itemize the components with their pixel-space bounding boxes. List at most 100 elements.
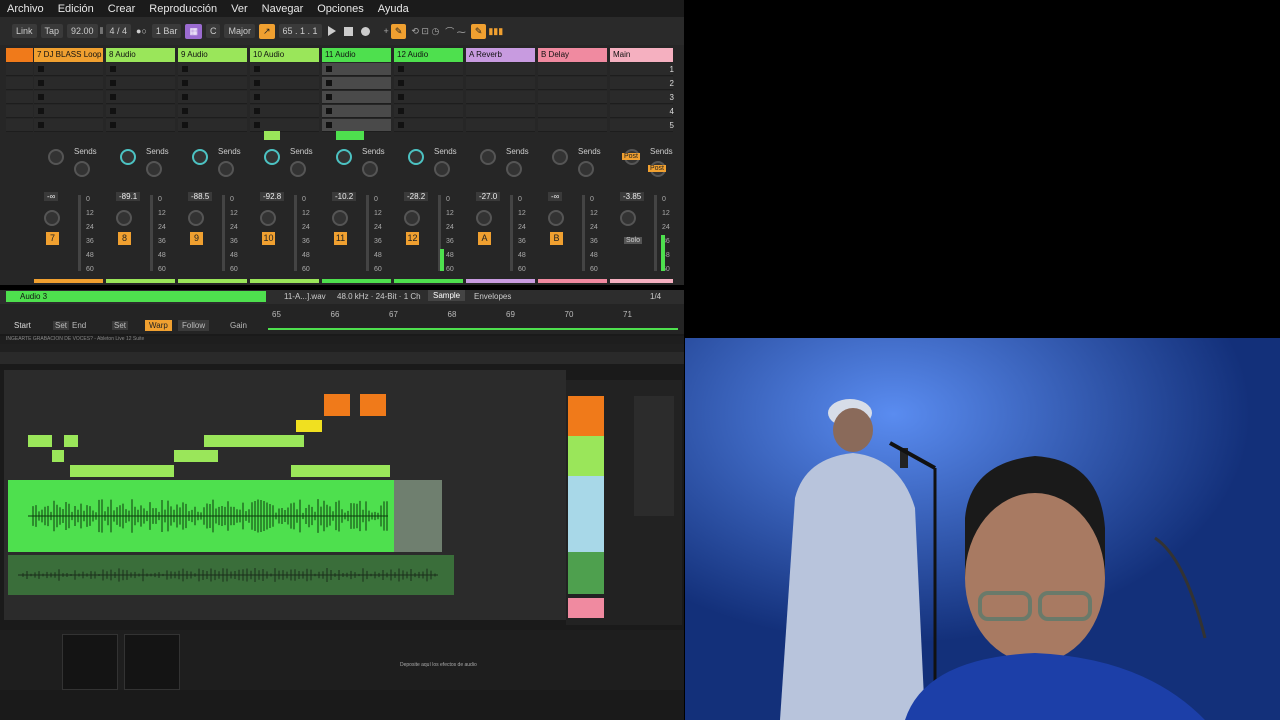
menu-opciones[interactable]: Opciones [310, 3, 370, 15]
pan-knob[interactable] [620, 210, 636, 226]
zoom-quantize[interactable]: 1/4 [650, 292, 661, 301]
arrange-clip[interactable] [360, 394, 386, 416]
arrange-clip[interactable] [296, 420, 322, 432]
clip-slot[interactable] [178, 119, 247, 132]
arrange-clip[interactable] [291, 465, 390, 477]
arrange-clip[interactable] [28, 435, 52, 447]
post-button[interactable]: Post [622, 153, 641, 160]
clip-slot[interactable] [322, 105, 391, 118]
metronome-icon[interactable]: ⦀ [100, 26, 104, 37]
clip-slot[interactable] [466, 119, 535, 132]
scene-number[interactable]: 5 [670, 121, 674, 130]
clip-slot[interactable] [250, 119, 319, 132]
clip-slot[interactable] [466, 77, 535, 90]
tempo-field[interactable]: 92.00 [67, 24, 98, 38]
pan-knob[interactable] [188, 210, 204, 226]
clip-slot[interactable] [34, 105, 103, 118]
clip-slot[interactable] [610, 91, 673, 104]
scene-number[interactable]: 1 [670, 65, 674, 74]
key-dropdown[interactable]: C [205, 24, 221, 38]
volume-readout[interactable]: -92.8 [260, 192, 285, 201]
clip-slot[interactable] [466, 105, 535, 118]
track-activator-button[interactable]: 10 [262, 232, 275, 245]
track-activator-button[interactable]: 7 [46, 232, 59, 245]
warp-button[interactable]: Warp [145, 320, 172, 331]
track-header-3[interactable]: 9 Audio [178, 48, 247, 62]
clip-slot[interactable] [6, 63, 33, 76]
clip-slot[interactable] [34, 119, 103, 132]
clip-slot[interactable] [106, 119, 175, 132]
draw-mode-icon[interactable]: ⌒ ⁓ [445, 25, 466, 38]
track-header-6[interactable]: 12 Audio [394, 48, 463, 62]
send-a-knob[interactable] [264, 149, 280, 165]
clip-slot[interactable] [34, 91, 103, 104]
send-b-knob[interactable] [362, 161, 378, 177]
arrange-clip[interactable] [70, 465, 174, 477]
send-a-knob[interactable] [48, 149, 64, 165]
volume-readout[interactable]: -88.5 [188, 192, 213, 201]
clip-slot[interactable] [250, 91, 319, 104]
volume-readout[interactable]: -3.85 [620, 192, 645, 201]
send-b-knob[interactable] [434, 161, 450, 177]
pan-knob[interactable] [548, 210, 564, 226]
arrange-clip-tail[interactable] [394, 480, 442, 552]
track-header-5[interactable]: 11 Audio [322, 48, 391, 62]
mix-track-dark-green[interactable] [568, 552, 604, 594]
stop-icon[interactable] [343, 26, 353, 36]
clip-slot[interactable] [178, 77, 247, 90]
mix-track-blue[interactable] [568, 476, 604, 552]
mix-track-green[interactable] [568, 436, 604, 476]
menu-edicion[interactable]: Edición [51, 3, 101, 15]
send-b-knob[interactable] [506, 161, 522, 177]
track-header-1[interactable]: 7 DJ BLASS Loop [34, 48, 103, 62]
clip-slot[interactable] [466, 91, 535, 104]
scene-number[interactable]: 3 [670, 93, 674, 102]
volume-readout[interactable]: -∞ [548, 192, 563, 201]
send-a-knob[interactable] [120, 149, 136, 165]
volume-readout[interactable]: -28.2 [404, 192, 429, 201]
clip-slot[interactable] [250, 105, 319, 118]
link-button[interactable]: Link [12, 24, 37, 38]
track-header-2[interactable]: 8 Audio [106, 48, 175, 62]
track-header-7[interactable]: A Reverb [466, 48, 535, 62]
track-activator-button[interactable]: 11 [334, 232, 347, 245]
clip-slot[interactable] [34, 77, 103, 90]
time-signature-field[interactable]: 4 / 4 [105, 24, 132, 38]
pan-knob[interactable] [332, 210, 348, 226]
menu-archivo[interactable]: Archivo [0, 3, 51, 15]
send-a-knob[interactable] [552, 149, 568, 165]
arrange-clip[interactable] [324, 394, 350, 416]
volume-readout[interactable]: -89.1 [116, 192, 141, 201]
menu-navegar[interactable]: Navegar [255, 3, 311, 15]
clip-slot[interactable] [394, 105, 463, 118]
track-header-4[interactable]: 10 Audio [250, 48, 319, 62]
track-activator-button[interactable]: 8 [118, 232, 131, 245]
clip-slot[interactable] [106, 91, 175, 104]
arrange-audio-clip-2[interactable] [8, 555, 454, 595]
record-icon[interactable] [360, 26, 370, 36]
pan-knob[interactable] [260, 210, 276, 226]
playing-clip[interactable] [336, 131, 364, 140]
clip-slot[interactable] [538, 77, 607, 90]
scale-dropdown[interactable]: Major [224, 24, 255, 38]
send-b-knob[interactable] [578, 161, 594, 177]
tab-sample[interactable]: Sample [428, 290, 466, 301]
tab-envelopes[interactable]: Envelopes [474, 292, 511, 301]
volume-readout[interactable]: -27.0 [476, 192, 501, 201]
overdub-icon[interactable]: + [384, 26, 389, 36]
volume-readout[interactable]: -10.2 [332, 192, 357, 201]
clip-name-bar[interactable]: Audio 3 [6, 291, 266, 302]
clip-slot[interactable] [178, 105, 247, 118]
track-header-0[interactable] [6, 48, 33, 62]
pan-knob[interactable] [116, 210, 132, 226]
follow-button[interactable]: Follow [178, 320, 210, 331]
set-end-button[interactable]: Set [112, 321, 129, 330]
send-a-knob[interactable] [480, 149, 496, 165]
clip-slot[interactable] [322, 77, 391, 90]
send-a-knob[interactable] [192, 149, 208, 165]
tap-button[interactable]: Tap [40, 24, 64, 38]
send-b-knob[interactable] [74, 161, 90, 177]
send-b-knob[interactable] [290, 161, 306, 177]
arrange-clip[interactable] [204, 435, 304, 447]
arrange-clip[interactable] [52, 450, 64, 462]
